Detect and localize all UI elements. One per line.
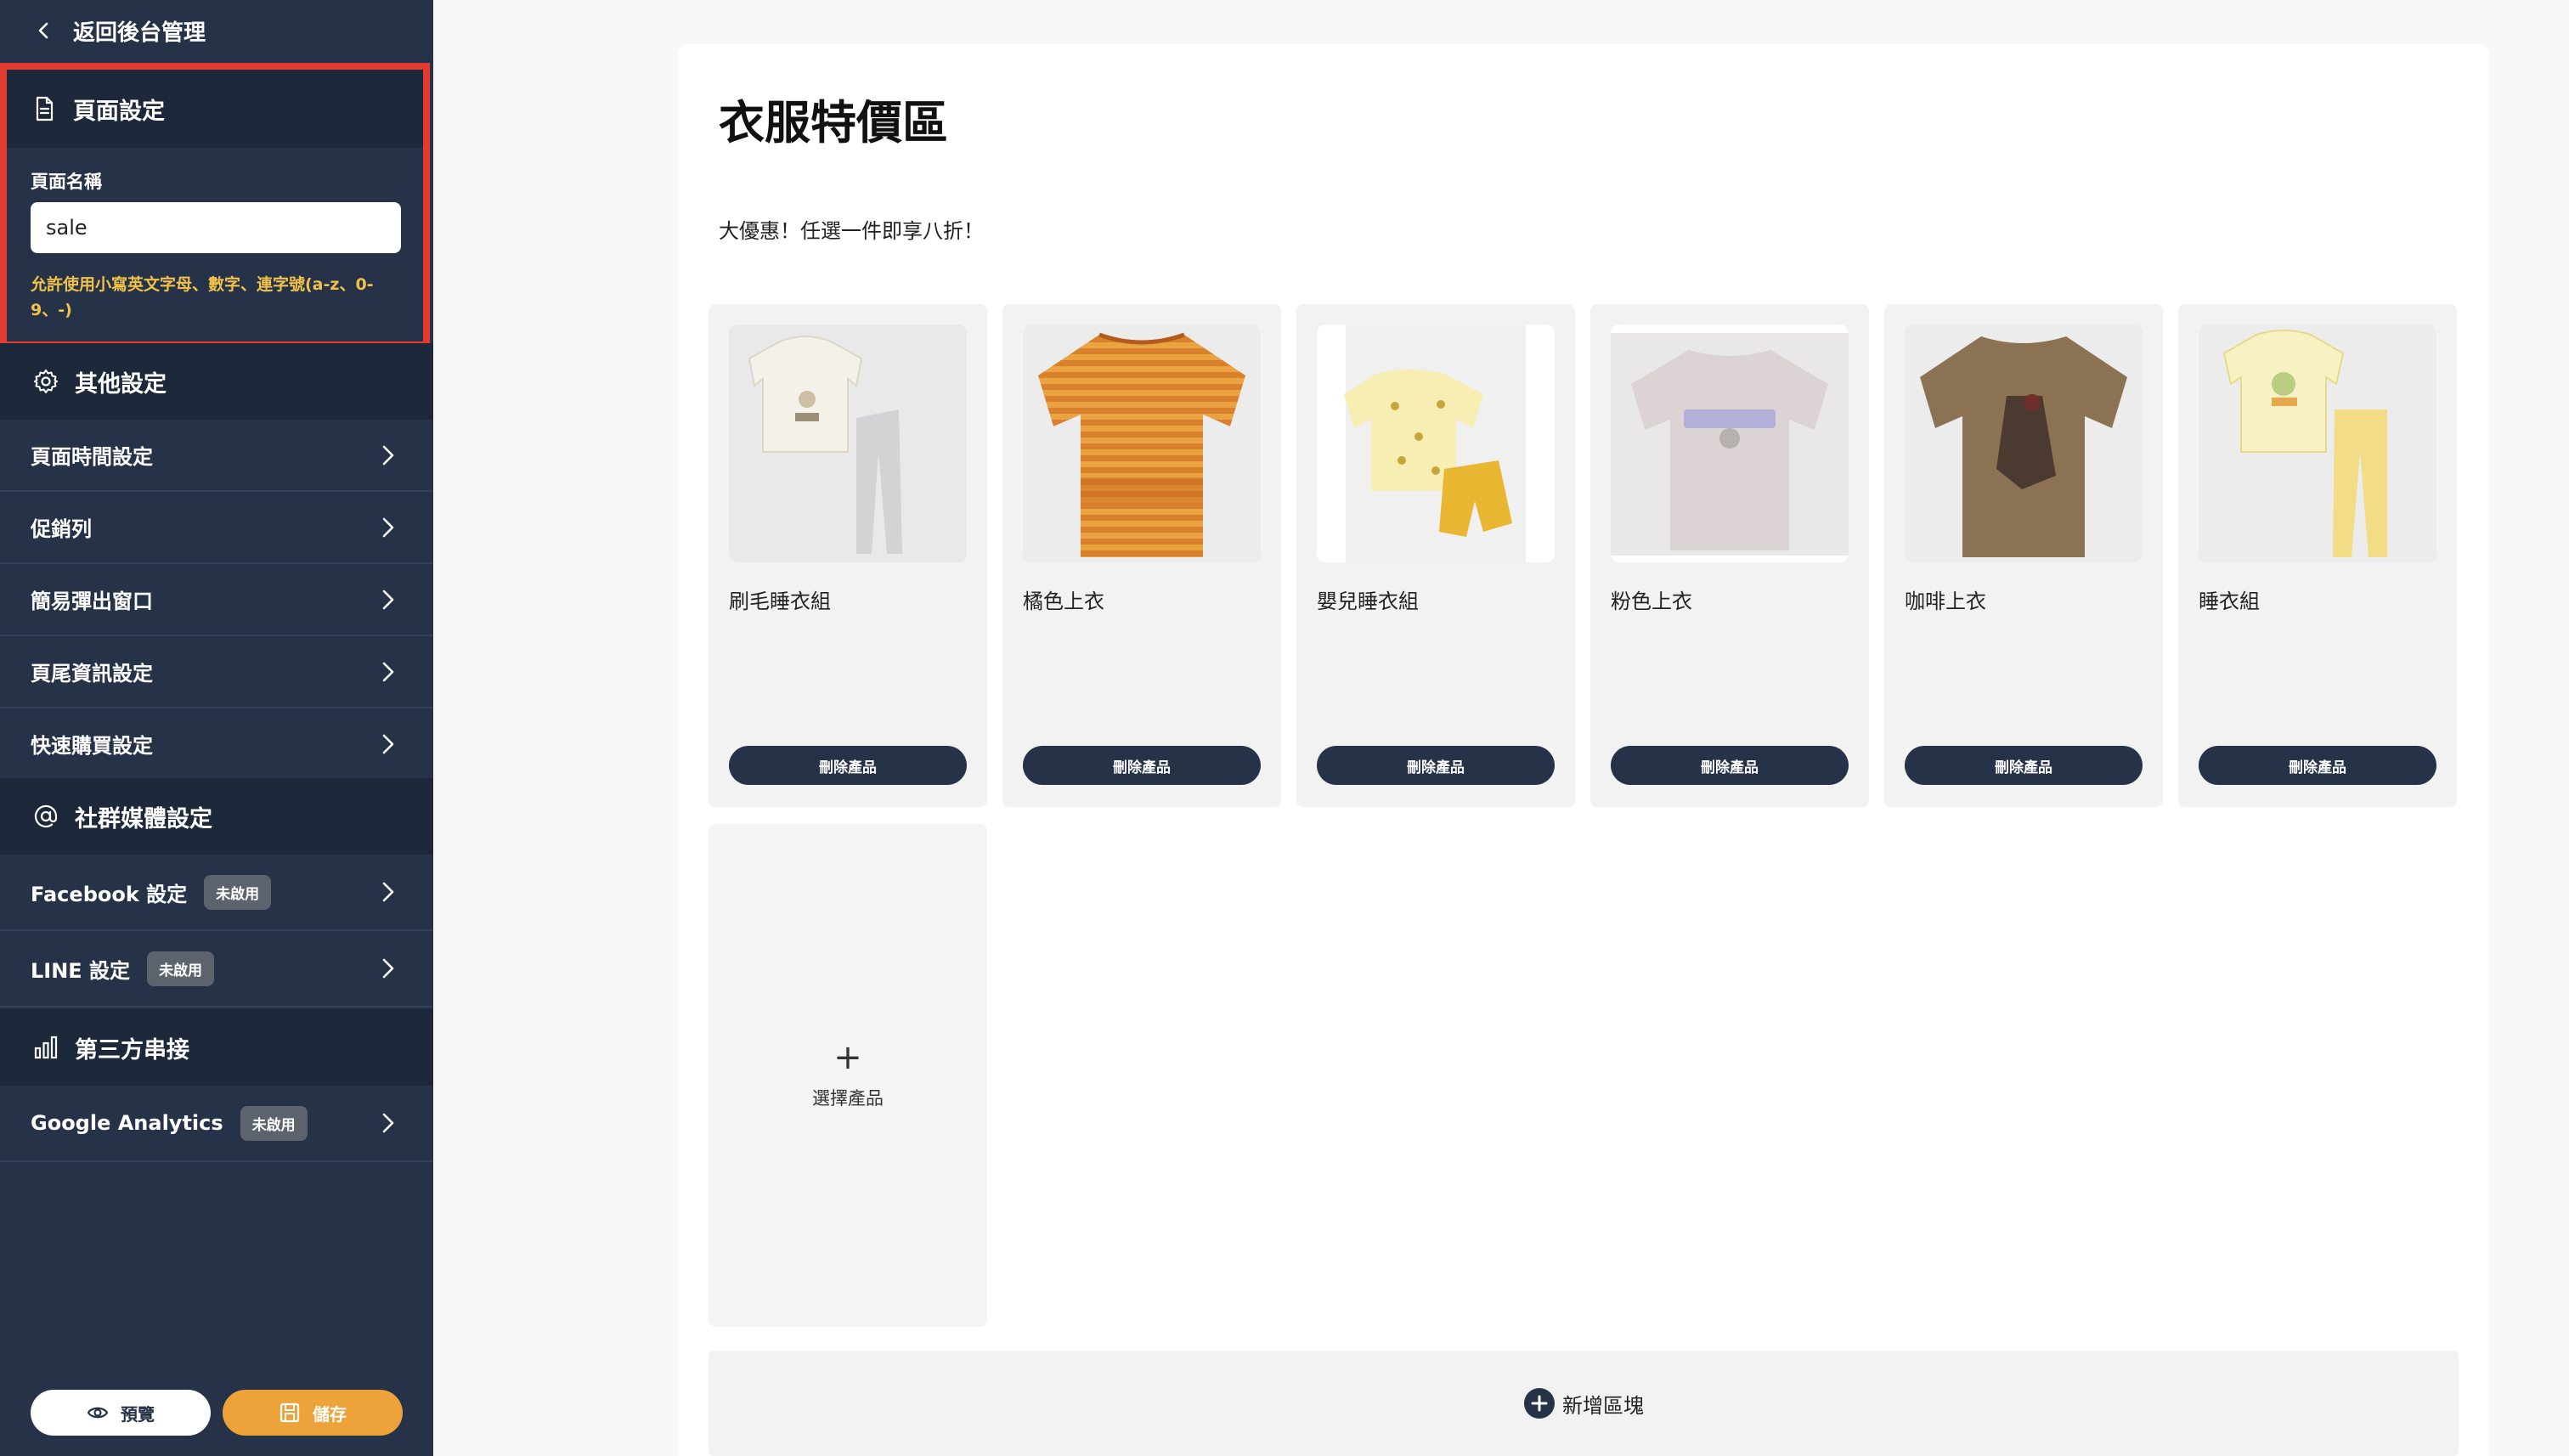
status-badge: 未啟用 [240, 1105, 308, 1141]
product-image [729, 324, 967, 562]
delete-product-button[interactable]: 刪除產品 [1905, 746, 2143, 785]
nav-item-page-time[interactable]: 頁面時間設定 [0, 420, 433, 492]
bar-chart-icon [34, 1036, 58, 1059]
page-title[interactable]: 衣服特價區 [719, 85, 948, 152]
page-settings-header: 頁面設定 [7, 70, 423, 148]
product-name: 橘色上衣 [1023, 590, 1104, 613]
save-label: 儲存 [313, 1403, 347, 1425]
nav-item-label: Google Analytics [31, 1111, 223, 1135]
social-settings-header: 社群媒體設定 [0, 778, 433, 855]
nav-item-label: Facebook 設定 [31, 882, 188, 906]
page-settings-title: 頁面設定 [73, 98, 165, 125]
add-block-label: 新增區塊 [1562, 1393, 1644, 1418]
social-settings-section: 社群媒體設定 Facebook 設定 未啟用 LINE 設定 未啟用 [0, 778, 433, 1007]
yellow-pajama-set-image [2199, 324, 2436, 562]
other-settings-header: 其他設定 [0, 343, 433, 420]
chevron-right-icon [382, 590, 394, 609]
document-icon [36, 96, 54, 121]
save-icon [279, 1402, 300, 1423]
nav-item-google-analytics[interactable]: Google Analytics 未啟用 [0, 1086, 433, 1162]
plus-icon: + [833, 1038, 862, 1077]
social-settings-title: 社群媒體設定 [75, 805, 212, 832]
delete-product-button[interactable]: 刪除產品 [729, 746, 967, 785]
preview-button[interactable]: 預覽 [31, 1390, 211, 1436]
product-image [1023, 324, 1261, 562]
nav-item-promo-bar[interactable]: 促銷列 [0, 492, 433, 564]
at-sign-icon [34, 804, 58, 828]
product-image [1317, 324, 1555, 562]
delete-product-button[interactable]: 刪除產品 [2199, 746, 2436, 785]
orange-striped-tee-image [1023, 324, 1261, 562]
product-grid: 刷毛睡衣組 刪除產品 橘色上衣 刪除產品 嬰兒睡衣組 刪除產品 粉色上衣 刪除產… [709, 304, 2457, 1327]
select-product-label: 選擇產品 [812, 1088, 884, 1109]
page-name-label: 頁面名稱 [31, 172, 102, 192]
product-card[interactable]: 粉色上衣 刪除產品 [1590, 304, 1869, 807]
product-card[interactable]: 橘色上衣 刪除產品 [1002, 304, 1281, 807]
page-name-hint: 允許使用小寫英文字母、數字、連字號(a-z、0-9、-) [31, 275, 374, 319]
product-name: 咖啡上衣 [1905, 590, 1986, 613]
delete-product-button[interactable]: 刪除產品 [1611, 746, 1849, 785]
product-image [1905, 324, 2143, 562]
back-label: 返回後台管理 [73, 20, 206, 46]
page-settings-panel: 頁面設定 頁面名稱 允許使用小寫英文字母、數字、連字號(a-z、0-9、-) [0, 63, 430, 348]
nav-item-label: 頁面時間設定 [31, 445, 153, 469]
chevron-left-icon [38, 22, 48, 39]
product-name: 粉色上衣 [1611, 590, 1692, 613]
chevron-right-icon [382, 662, 394, 681]
nav-item-simple-popup[interactable]: 簡易彈出窗口 [0, 564, 433, 636]
third-party-section: 第三方串接 Google Analytics 未啟用 [0, 1009, 433, 1162]
delete-product-button[interactable]: 刪除產品 [1023, 746, 1261, 785]
product-image [1611, 324, 1849, 562]
sidebar: 返回後台管理 頁面設定 頁面名稱 允許使用小寫英文字母、數字、連字號(a-z、0… [0, 0, 433, 1456]
nav-item-label: 頁尾資訊設定 [31, 662, 153, 686]
fleece-pajama-set-image [729, 324, 967, 562]
nav-item-label: 快速購買設定 [31, 734, 153, 758]
page-description[interactable]: 大優惠！任選一件即享八折！ [719, 214, 984, 244]
chevron-right-icon [382, 882, 394, 902]
pink-graphic-tee-image [1611, 324, 1849, 562]
baby-pajama-set-image [1317, 324, 1555, 562]
third-party-header: 第三方串接 [0, 1009, 433, 1086]
other-settings-title: 其他設定 [75, 370, 167, 398]
eye-icon [87, 1407, 109, 1419]
product-name: 嬰兒睡衣組 [1317, 590, 1419, 613]
chevron-right-icon [382, 1113, 394, 1133]
nav-item-footer-info[interactable]: 頁尾資訊設定 [0, 636, 433, 708]
nav-item-label: 促銷列 [31, 517, 92, 541]
product-card[interactable]: 咖啡上衣 刪除產品 [1884, 304, 2163, 807]
chevron-right-icon [382, 958, 394, 979]
third-party-title: 第三方串接 [75, 1036, 189, 1064]
nav-item-quick-buy[interactable]: 快速購買設定 [0, 708, 433, 781]
product-name: 睡衣組 [2199, 590, 2260, 613]
brown-graphic-tee-image [1905, 324, 2143, 562]
product-card[interactable]: 嬰兒睡衣組 刪除產品 [1296, 304, 1575, 807]
nav-item-label: LINE 設定 [31, 958, 131, 983]
nav-item-line[interactable]: LINE 設定 未啟用 [0, 931, 433, 1007]
status-badge: 未啟用 [204, 874, 272, 910]
status-badge: 未啟用 [147, 951, 215, 986]
nav-item-label: 簡易彈出窗口 [31, 590, 153, 613]
add-block-button[interactable]: 新增區塊 [709, 1351, 2459, 1456]
plus-circle-icon [1524, 1388, 1555, 1419]
gear-icon [34, 370, 58, 393]
back-to-admin-link[interactable]: 返回後台管理 [0, 0, 433, 61]
delete-product-button[interactable]: 刪除產品 [1317, 746, 1555, 785]
product-image [2199, 324, 2436, 562]
chevron-right-icon [382, 734, 394, 753]
select-product-card[interactable]: + 選擇產品 [709, 824, 987, 1327]
preview-label: 預覽 [121, 1403, 155, 1425]
page-name-input[interactable] [31, 202, 401, 253]
product-name: 刷毛睡衣組 [729, 590, 831, 613]
page-canvas: 衣服特價區 大優惠！任選一件即享八折！ 刷毛睡衣組 刪除產品 橘色上衣 刪除產品… [678, 44, 2489, 1456]
product-card[interactable]: 睡衣組 刪除產品 [2178, 304, 2457, 807]
chevron-right-icon [382, 445, 394, 465]
save-button[interactable]: 儲存 [223, 1390, 403, 1436]
other-settings-section: 其他設定 頁面時間設定 促銷列 簡易彈出窗口 頁尾資訊設定 快速購買設定 [0, 343, 433, 781]
product-card[interactable]: 刷毛睡衣組 刪除產品 [709, 304, 987, 807]
nav-item-facebook[interactable]: Facebook 設定 未啟用 [0, 855, 433, 931]
chevron-right-icon [382, 517, 394, 537]
